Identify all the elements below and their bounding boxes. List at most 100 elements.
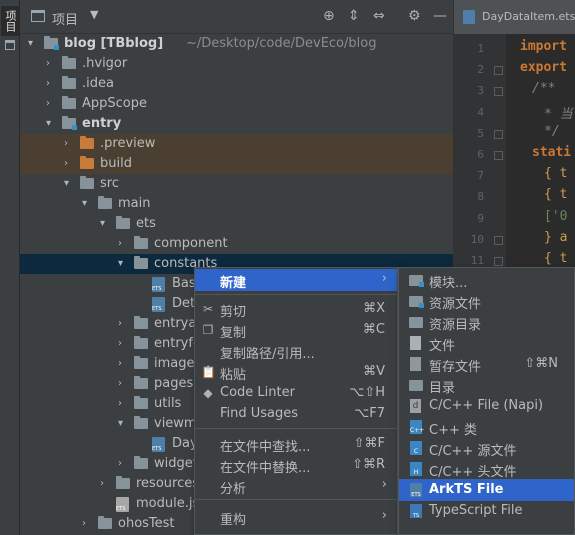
menu-separator xyxy=(195,294,397,295)
menu-item-icon: ❐ xyxy=(202,323,214,337)
tree-row[interactable]: › AppScope xyxy=(20,94,453,114)
expanded-arrow-icon[interactable]: ▾ xyxy=(46,117,56,131)
collapsed-arrow-icon[interactable]: › xyxy=(118,237,128,251)
collapsed-arrow-icon[interactable]: › xyxy=(64,137,74,151)
submenu-item[interactable]: 暂存文件 ⇧⌘N xyxy=(399,353,574,375)
submenu-item[interactable]: C++ C++ 类 xyxy=(399,416,574,438)
tree-row[interactable]: › component xyxy=(20,234,453,254)
tree-row[interactable]: › .idea xyxy=(20,74,453,94)
folder-icon xyxy=(134,316,148,329)
line-number: 2 xyxy=(477,63,484,77)
menu-item-icon: 📋 xyxy=(201,365,216,379)
tree-row[interactable]: ▾ src xyxy=(20,174,453,194)
folder-icon xyxy=(98,516,112,529)
submenu-item[interactable]: H C/C++ 头文件 xyxy=(399,458,574,480)
submenu-item-label: 模块... xyxy=(429,276,468,291)
menu-item-label: 粘贴 xyxy=(220,368,247,383)
tree-row[interactable]: ▾ blog [TBblog] ~/Desktop/code/DevEco/blo… xyxy=(20,34,453,54)
collapsed-arrow-icon[interactable]: › xyxy=(46,57,56,71)
tree-item-label: .idea xyxy=(82,76,114,91)
folder-icon xyxy=(62,56,76,69)
context-menu-item[interactable]: ◆ Code Linter ⌥⇧H xyxy=(195,382,397,404)
file-icon xyxy=(410,336,421,350)
tree-item-label: viewm xyxy=(154,416,197,431)
collapsed-arrow-icon[interactable]: › xyxy=(46,97,56,111)
context-menu-item[interactable]: 复制路径/引用... xyxy=(195,340,397,362)
line-number: 11 xyxy=(470,254,484,267)
gear-icon[interactable]: ⚙ xyxy=(408,8,421,24)
collapsed-arrow-icon[interactable]: › xyxy=(118,357,128,371)
locate-icon[interactable]: ⊕ xyxy=(323,8,335,24)
expanded-arrow-icon[interactable]: ▾ xyxy=(82,197,92,211)
submenu-item[interactable]: 文件 xyxy=(399,332,574,354)
folder-icon xyxy=(409,317,423,328)
collapsed-arrow-icon[interactable]: › xyxy=(118,317,128,331)
context-menu-item[interactable]: ❐ 复制 ⌘C xyxy=(195,319,397,341)
fold-marker-icon[interactable] xyxy=(494,235,503,245)
typescript-file-icon: TS xyxy=(410,504,422,519)
menu-item-label: 分析 xyxy=(220,482,247,497)
submenu-item[interactable]: 模块... xyxy=(399,269,574,291)
line-number: 7 xyxy=(477,169,484,183)
submenu-item[interactable]: 资源文件 xyxy=(399,290,574,312)
collapsed-arrow-icon[interactable]: › xyxy=(118,337,128,351)
fold-marker-icon[interactable] xyxy=(494,151,503,160)
expanded-arrow-icon[interactable]: ▾ xyxy=(118,257,128,271)
collapse-all-icon[interactable]: ⇔ xyxy=(373,8,385,24)
code-line: * 当 xyxy=(544,106,573,122)
collapsed-arrow-icon[interactable]: › xyxy=(82,517,92,531)
context-menu-item[interactable]: 在文件中替换... ⇧⌘R xyxy=(195,454,397,476)
context-menu-item[interactable]: 新建 › xyxy=(195,269,397,291)
editor-tab[interactable]: DayDataItem.ets xyxy=(454,0,575,34)
context-menu-item[interactable]: 在文件中查找... ⇧⌘F xyxy=(195,433,397,455)
menu-item-label: Code Linter xyxy=(220,385,295,400)
context-menu-item[interactable]: Find Usages ⌥F7 xyxy=(195,403,397,425)
submenu-item[interactable]: d C/C++ File (Napi) xyxy=(399,395,574,417)
submenu-item[interactable]: 目录 xyxy=(399,374,574,396)
submenu-item-label: TypeScript File xyxy=(429,503,523,518)
fold-marker-icon[interactable] xyxy=(494,257,503,266)
tree-item-label: entry xyxy=(82,116,122,131)
submenu-item[interactable]: ETS ArkTS File xyxy=(399,479,574,501)
context-menu-item[interactable]: 📋 粘贴 ⌘V xyxy=(195,361,397,383)
menu-item-label: 复制路径/引用... xyxy=(220,347,315,362)
submenu-item[interactable]: TS TypeScript File xyxy=(399,500,574,522)
expanded-arrow-icon[interactable]: ▾ xyxy=(118,417,128,431)
expand-all-icon[interactable]: ⇕ xyxy=(348,8,360,24)
submenu-item[interactable]: 资源目录 xyxy=(399,311,574,333)
context-menu-item[interactable]: ✂ 剪切 ⌘X xyxy=(195,298,397,320)
tree-row[interactable]: ▾ main xyxy=(20,194,453,214)
chevron-right-icon: › xyxy=(381,271,387,286)
expanded-arrow-icon[interactable]: ▾ xyxy=(64,177,74,191)
menu-item-shortcut: ⇧⌘R xyxy=(352,457,385,472)
fold-marker-icon[interactable] xyxy=(494,129,503,139)
new-submenu: 模块... 资源文件 资源目录 文件 暂存文件 ⇧⌘N 目录 d C/C++ File (Nap… xyxy=(398,267,575,535)
collapsed-arrow-icon[interactable]: › xyxy=(46,77,56,91)
hide-icon[interactable]: — xyxy=(433,8,447,24)
collapsed-arrow-icon[interactable]: › xyxy=(118,377,128,391)
tree-item-label: ohosTest xyxy=(118,516,175,531)
chevron-down-icon[interactable]: ▼ xyxy=(90,8,98,21)
collapsed-arrow-icon[interactable]: › xyxy=(118,397,128,411)
tree-row[interactable]: ▾ entry xyxy=(20,114,453,134)
project-panel-title[interactable]: 项目 xyxy=(52,9,78,28)
tree-row[interactable]: ▾ ets xyxy=(20,214,453,234)
menu-item-label: 在文件中查找... xyxy=(220,440,311,455)
tree-row[interactable]: › .preview xyxy=(20,134,453,154)
context-menu: 新建 › ✂ 剪切 ⌘X ❐ 复制 ⌘C 复制路径/引用... 📋 粘贴 ⌘V ◆ Code Linter… xyxy=(194,267,398,535)
collapsed-arrow-icon[interactable]: › xyxy=(100,477,110,491)
fold-marker-icon[interactable] xyxy=(494,66,503,76)
context-menu-item[interactable]: 重构 › xyxy=(195,506,397,528)
project-tool-tab[interactable]: 项目 xyxy=(1,6,19,36)
code-line: { t xyxy=(544,251,568,266)
context-menu-item[interactable]: 分析 › xyxy=(195,475,397,497)
tree-row[interactable]: › build xyxy=(20,154,453,174)
tree-row[interactable]: › .hvigor xyxy=(20,54,453,74)
collapsed-arrow-icon[interactable]: › xyxy=(118,457,128,471)
expanded-arrow-icon[interactable]: ▾ xyxy=(28,37,38,51)
folder-icon xyxy=(116,476,130,489)
submenu-item[interactable]: C C/C++ 源文件 xyxy=(399,437,574,459)
fold-marker-icon[interactable] xyxy=(494,87,503,97)
collapsed-arrow-icon[interactable]: › xyxy=(64,157,74,171)
expanded-arrow-icon[interactable]: ▾ xyxy=(100,217,110,231)
